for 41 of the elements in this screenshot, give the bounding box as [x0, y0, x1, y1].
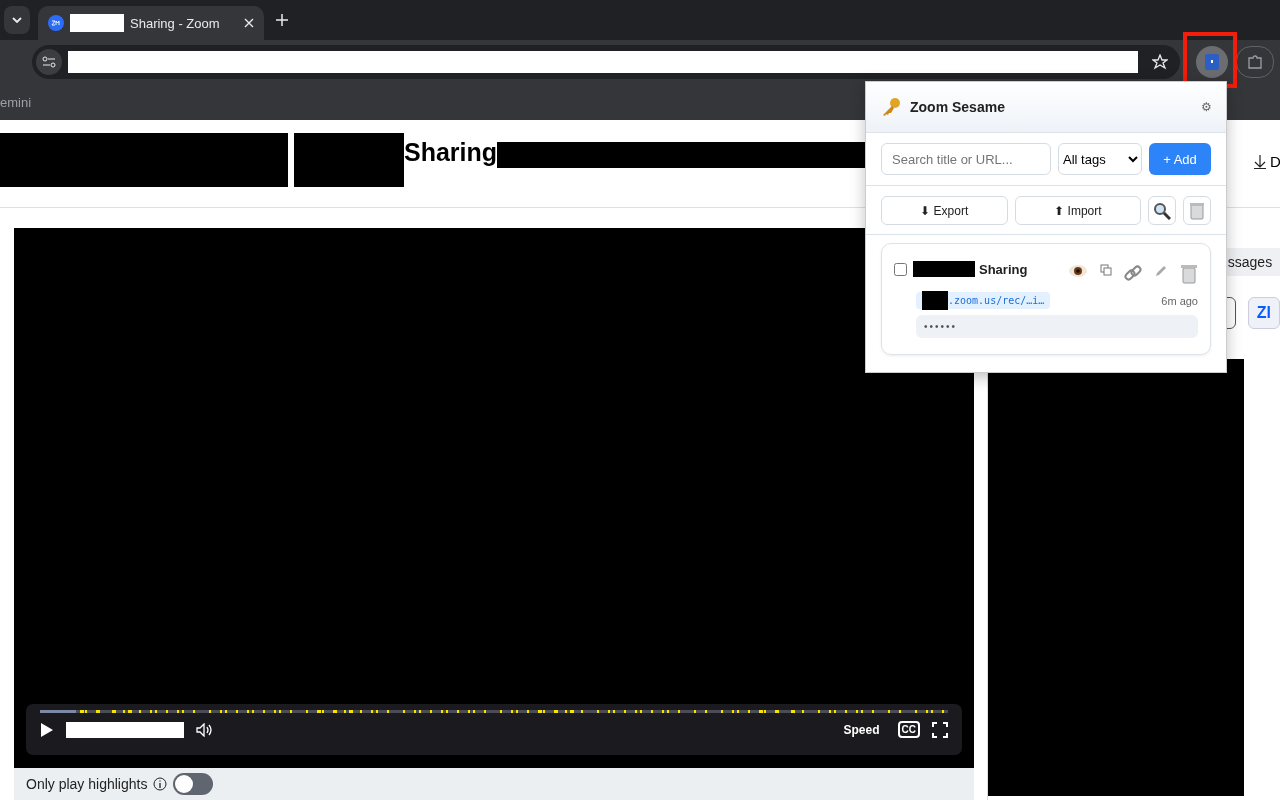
speed-button[interactable]: Speed — [837, 721, 886, 738]
puzzle-icon[interactable] — [1247, 54, 1263, 70]
search-field[interactable]: Search title or URL... — [881, 143, 1051, 175]
entry-checkbox[interactable] — [894, 262, 907, 276]
browser-tab[interactable]: Sharing - Zoom — [38, 6, 264, 40]
highlights-label: Only play highlights — [26, 776, 148, 792]
side-button[interactable]: Zl — [1247, 297, 1280, 329]
tag-dropdown[interactable]: All tags — [1058, 143, 1142, 175]
timeline-bar[interactable] — [40, 710, 948, 713]
site-settings-icon[interactable] — [36, 49, 62, 75]
settings-button[interactable]: ⚙ — [1201, 100, 1212, 114]
export-button[interactable]: ⬇ Export — [881, 196, 1008, 225]
page-title: Sharing — [404, 138, 498, 167]
bookmark-star-icon[interactable] — [1152, 54, 1168, 70]
entry-time: 6m ago — [1161, 294, 1198, 307]
link-icon[interactable] — [1124, 264, 1142, 284]
captions-button[interactable]: CC — [897, 721, 920, 738]
messages-tab[interactable]: ssages — [1227, 254, 1273, 270]
new-tab-icon[interactable] — [276, 14, 288, 26]
entry-url[interactable]: .zoom.us/rec/…i… — [916, 292, 1051, 309]
highlights-toggle[interactable] — [173, 773, 214, 795]
chevron-icon[interactable] — [12, 17, 22, 23]
volume-icon[interactable] — [196, 722, 214, 737]
search-button[interactable] — [1148, 196, 1177, 225]
play-icon[interactable] — [40, 721, 54, 738]
import-button[interactable]: ⬆ Import — [1014, 196, 1142, 225]
popup-title: Zoom Sesame — [910, 99, 1006, 115]
tab-list-button[interactable] — [4, 6, 30, 34]
zoom-icon — [48, 15, 64, 31]
download-link[interactable]: D — [1254, 153, 1280, 170]
redaction-block — [913, 261, 975, 277]
entry-title: Sharing — [979, 261, 1028, 277]
search-icon[interactable] — [1153, 201, 1172, 220]
bookmark-link[interactable]: emini — [0, 94, 32, 110]
password-field: •••••• — [916, 315, 1198, 338]
add-button[interactable]: + Add — [1149, 143, 1211, 175]
close-icon[interactable] — [244, 18, 254, 28]
address-field[interactable] — [68, 51, 1138, 73]
fullscreen-icon[interactable] — [932, 721, 948, 738]
extension-icon[interactable] — [1196, 46, 1228, 78]
info-icon[interactable] — [153, 777, 168, 791]
